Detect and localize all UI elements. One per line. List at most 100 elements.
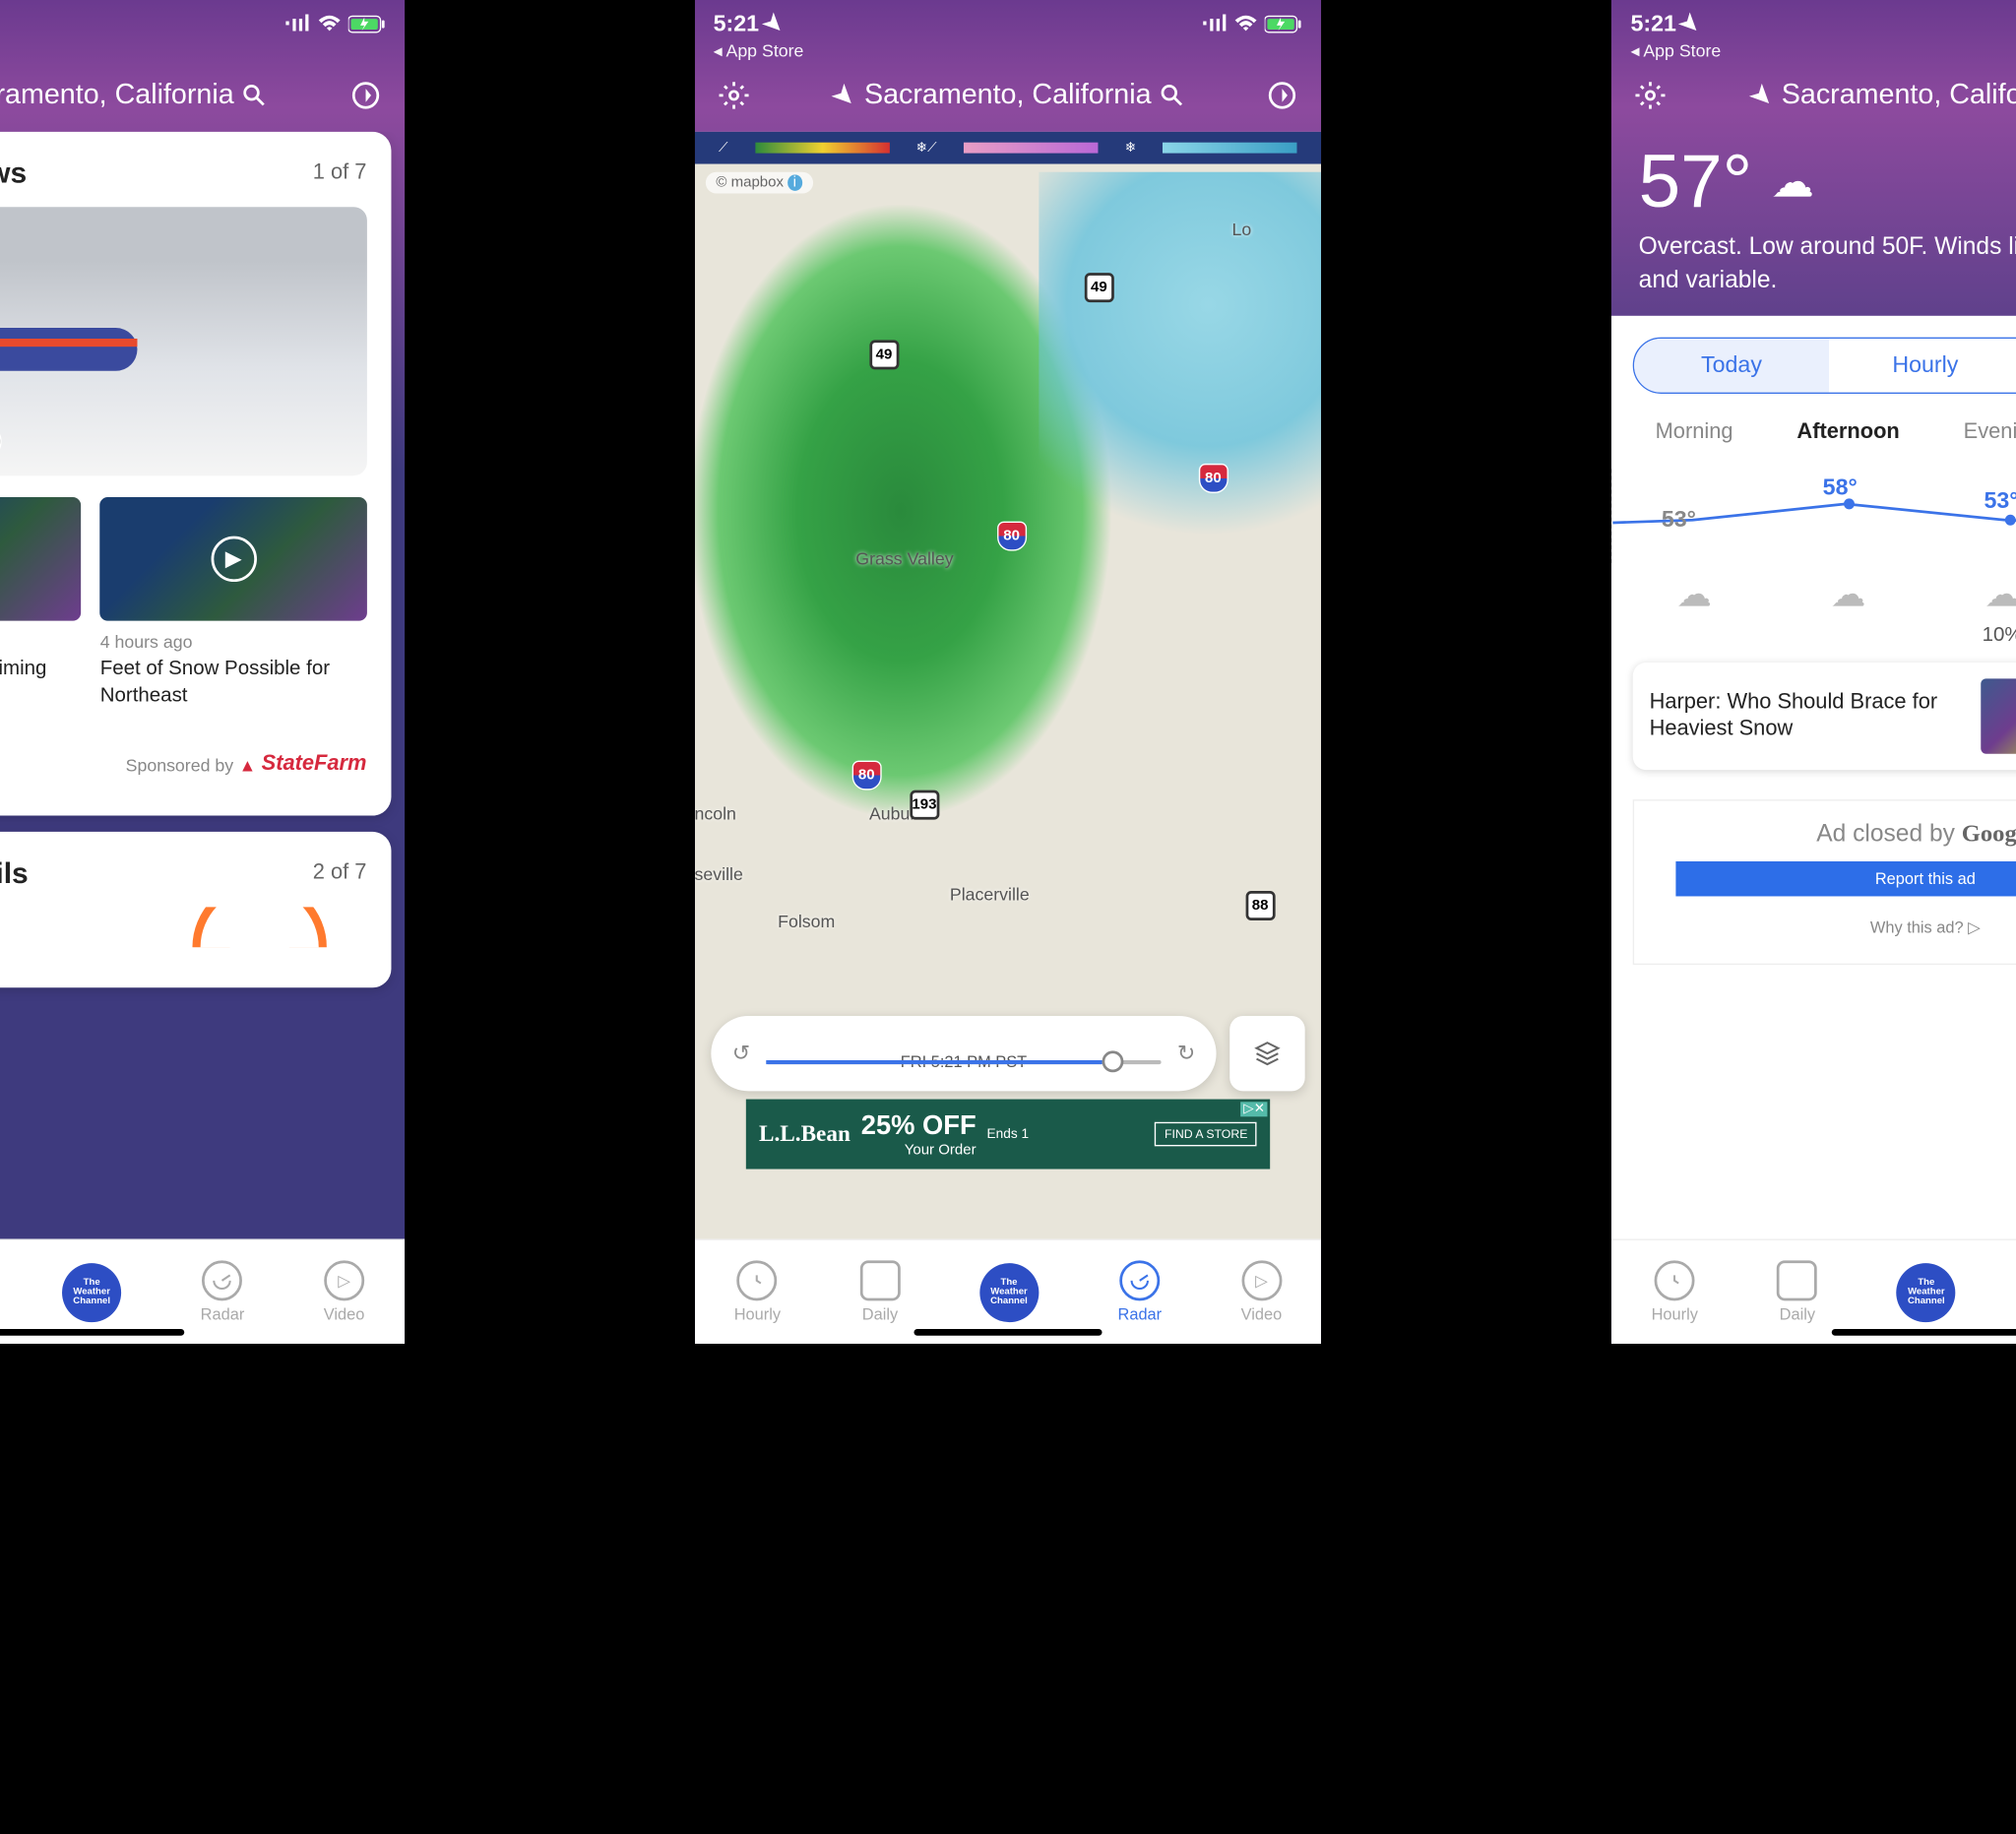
interstate-shield: 80 bbox=[1198, 464, 1228, 493]
status-bar: 5:21➤ ⋅ııl bbox=[1611, 0, 2016, 40]
bottom-tabs: Hourly Daily TheWeatherChannel Radar ▷Vi… bbox=[695, 1239, 1322, 1344]
segment-control: Today Hourly Daily bbox=[1633, 338, 2016, 394]
card-title: Today's Details bbox=[0, 856, 29, 891]
wifi-icon bbox=[317, 15, 342, 33]
app-header: ➤Sacramento, California bbox=[1611, 67, 2016, 132]
back-to-app[interactable]: ◂ App Store bbox=[695, 40, 1322, 67]
location-services-icon: ➤ bbox=[756, 8, 788, 40]
location-selector[interactable]: ➤Sacramento, California bbox=[1750, 79, 2016, 112]
seg-hourly[interactable]: Hourly bbox=[1828, 339, 2016, 393]
tab-daily[interactable]: Daily bbox=[860, 1260, 901, 1323]
status-time: 5:21 bbox=[714, 11, 759, 37]
dayparts-conditions: ☁ ☁ ☁10% ☁10% bbox=[1611, 574, 2016, 647]
daypart-afternoon[interactable]: Afternoon bbox=[1771, 408, 1925, 459]
back-to-app[interactable]: ◂ App Store bbox=[0, 40, 405, 67]
report-ad-button[interactable]: Report this ad bbox=[1675, 861, 2016, 896]
tap-for-sound-button[interactable]: ılıTap for Sound bbox=[0, 423, 2, 460]
location-arrow-icon: ➤ bbox=[824, 75, 864, 115]
temperature-chart: 53° 58° 53° 51° bbox=[1611, 470, 2016, 564]
video-icon: ▷ bbox=[1241, 1260, 1282, 1300]
settings-icon[interactable] bbox=[1633, 78, 1668, 112]
home-indicator[interactable] bbox=[914, 1329, 1102, 1336]
tab-daily[interactable]: Daily bbox=[1777, 1260, 1817, 1323]
signal-icon: ⋅ııl bbox=[1201, 11, 1228, 37]
cloud-icon: ☁ bbox=[1617, 574, 1772, 615]
forward-icon[interactable]: ↻ bbox=[1177, 1041, 1195, 1067]
interstate-shield: 80 bbox=[851, 761, 881, 791]
route-shield: 49 bbox=[1084, 273, 1113, 302]
home-content: Breaking News 1 of 7 ılıTap for Sound ▶ … bbox=[0, 132, 405, 1239]
location-services-icon: ➤ bbox=[1673, 8, 1706, 40]
tab-hourly[interactable]: Hourly bbox=[734, 1260, 781, 1323]
refresh-icon[interactable] bbox=[1265, 78, 1299, 112]
battery-icon bbox=[1265, 15, 1302, 33]
route-shield: 193 bbox=[910, 791, 939, 820]
dayparts-row: Morning Afternoon Evening Overnight bbox=[1611, 408, 2016, 459]
screen-home: 5:21➤ ⋅ııl ◂ App Store ➤Sacramento, Cali… bbox=[0, 0, 405, 1344]
route-shield: 88 bbox=[1245, 891, 1275, 920]
weather-channel-logo-icon: TheWeatherChannel bbox=[979, 1262, 1039, 1321]
radar-time-slider[interactable]: ↺ FRI 5:21 PM PST ↻ bbox=[711, 1016, 1217, 1091]
cloud-icon: ☁ bbox=[1771, 574, 1925, 615]
daypart-morning[interactable]: Morning bbox=[1617, 408, 1772, 459]
ad-closed-panel: Ad closed by Google Report this ad Why t… bbox=[1633, 800, 2016, 966]
wifi-icon bbox=[1234, 15, 1259, 33]
refresh-icon[interactable] bbox=[347, 78, 382, 112]
location-selector[interactable]: ➤Sacramento, California bbox=[0, 79, 266, 112]
play-icon: ▶ bbox=[211, 537, 256, 582]
tab-home[interactable]: TheWeatherChannel bbox=[979, 1262, 1039, 1321]
video-age: 4 hours ago bbox=[0, 632, 82, 652]
card-counter: 2 of 7 bbox=[313, 861, 367, 886]
location-selector[interactable]: ➤Sacramento, California bbox=[833, 79, 1184, 112]
home-indicator[interactable] bbox=[1831, 1329, 2016, 1336]
place-label: seville bbox=[695, 864, 743, 884]
hero-video[interactable]: ılıTap for Sound bbox=[0, 207, 366, 475]
ad-close-icon[interactable]: ▷✕ bbox=[1241, 1102, 1268, 1116]
news-card[interactable]: Harper: Who Should Brace for Heaviest Sn… bbox=[1633, 663, 2016, 770]
layers-button[interactable] bbox=[1230, 1016, 1305, 1091]
screen-radar: 5:21➤ ⋅ııl ◂ App Store ➤Sacramento, Cali… bbox=[695, 0, 1322, 1344]
status-time: 5:21 bbox=[1630, 11, 1675, 37]
home-indicator[interactable] bbox=[0, 1329, 185, 1336]
settings-icon[interactable] bbox=[716, 78, 750, 112]
breaking-news-card: Breaking News 1 of 7 ılıTap for Sound ▶ … bbox=[0, 132, 391, 816]
video-item[interactable]: ▶ 4 hours ago Midwest: Tracking, Timing … bbox=[0, 497, 82, 708]
tab-video[interactable]: ▷Video bbox=[324, 1260, 365, 1323]
sponsor-label: Sponsored by ▲StateFarm bbox=[126, 752, 367, 777]
place-label: Folsom bbox=[778, 911, 835, 930]
mapbox-logo: © mapbox i bbox=[705, 172, 812, 194]
tab-home[interactable]: TheWeatherChannel bbox=[1897, 1262, 1956, 1321]
forecast-sheet: Today Hourly Daily Morning Afternoon Eve… bbox=[1611, 316, 2016, 1238]
video-title: Midwest: Tracking, Timing Winter Storm H… bbox=[0, 656, 82, 708]
app-header: ➤Sacramento, California bbox=[0, 67, 405, 132]
weather-channel-logo-icon: TheWeatherChannel bbox=[1897, 1262, 1956, 1321]
back-to-app[interactable]: ◂ App Store bbox=[1611, 40, 2016, 67]
status-bar: 5:21➤ ⋅ııl bbox=[695, 0, 1322, 40]
news-thumbnail bbox=[1982, 679, 2016, 754]
seg-today[interactable]: Today bbox=[1635, 339, 1829, 393]
why-this-ad-button[interactable]: Why this ad? ▷ bbox=[1675, 911, 2016, 945]
clock-icon bbox=[737, 1260, 778, 1300]
tab-video[interactable]: ▷Video bbox=[1241, 1260, 1283, 1323]
card-counter: 1 of 7 bbox=[313, 161, 367, 186]
dp-temp: 53° bbox=[1662, 507, 1696, 534]
video-item[interactable]: ▶ 4 hours ago Feet of Snow Possible for … bbox=[100, 497, 367, 708]
tab-hourly[interactable]: Hourly bbox=[1652, 1260, 1698, 1323]
ad-banner[interactable]: L.L.Bean 25% OFFYour Order Ends 1 FIND A… bbox=[745, 1100, 1270, 1170]
video-icon: ▷ bbox=[324, 1260, 364, 1300]
sun-arc bbox=[192, 907, 327, 947]
rewind-icon[interactable]: ↺ bbox=[732, 1041, 750, 1067]
daypart-evening[interactable]: Evening bbox=[1925, 408, 2016, 459]
tab-radar[interactable]: Radar bbox=[1118, 1260, 1163, 1323]
status-bar: 5:21➤ ⋅ııl bbox=[0, 0, 405, 40]
place-label: Placerville bbox=[950, 884, 1030, 904]
radar-map[interactable]: ⟋ ❄⟋ ❄ © mapbox i Grass Valley Auburn Pl… bbox=[695, 132, 1322, 1239]
snow-overlay bbox=[1040, 172, 1322, 615]
video-age: 4 hours ago bbox=[100, 632, 367, 652]
tab-home[interactable]: TheWeatherChannel bbox=[62, 1262, 121, 1321]
tab-radar[interactable]: Radar bbox=[201, 1260, 245, 1323]
todays-details-card: Today's Details 2 of 7 57° bbox=[0, 832, 391, 987]
news-strip[interactable]: Harper: Who Should Brace for Heaviest Sn… bbox=[1611, 647, 2016, 787]
location-arrow-icon: ➤ bbox=[1741, 75, 1782, 115]
conditions-text: Overcast. Low around 50F. Winds light an… bbox=[1639, 229, 2016, 297]
